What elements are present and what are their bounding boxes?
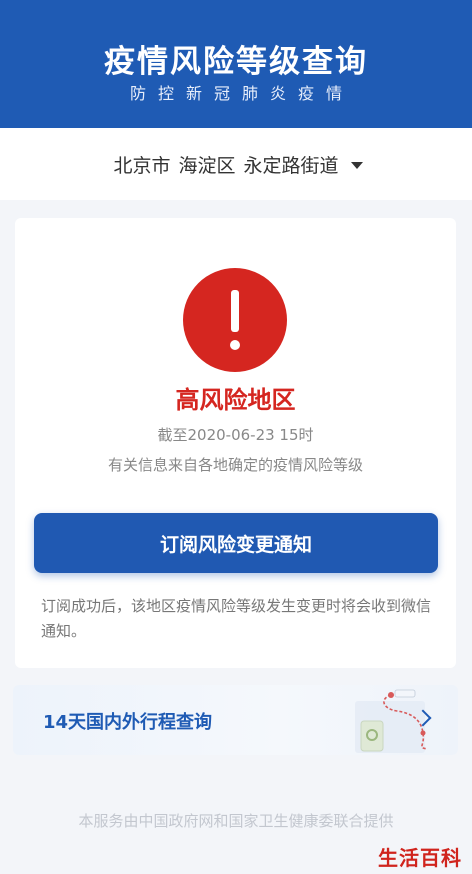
caret-down-icon — [350, 161, 363, 169]
location-city: 北京市 — [113, 154, 171, 177]
risk-card: 高风险地区 截至2020-06-23 15时 有关信息来自各地确定的疫情风险等级… — [15, 218, 456, 668]
page-subtitle: 防控新冠肺炎疫情 — [129, 84, 354, 103]
risk-level-label: 高风险地区 — [175, 386, 296, 414]
watermark-logo: 生活百科 — [378, 846, 462, 870]
location-district: 海淀区 — [178, 154, 236, 177]
subscribe-note: 订阅成功后，该地区疫情风险等级发生变更时将会收到微信通知。 — [41, 597, 432, 640]
location-selector[interactable]: 北京市 海淀区 永定路街道 — [0, 128, 472, 200]
app-header: 疫情风险等级查询 防控新冠肺炎疫情 — [0, 0, 472, 128]
page-title: 疫情风险等级查询 — [104, 44, 368, 80]
footer-credit: 本服务由中国政府网和国家卫生健康委联合提供 — [78, 812, 394, 830]
trip-query-button[interactable]: 14天国内外行程查询 — [13, 685, 458, 755]
subscribe-button[interactable]: 订阅风险变更通知 — [34, 513, 438, 573]
alert-icon — [183, 268, 287, 372]
trip-query-label: 14天国内外行程查询 — [43, 712, 213, 733]
risk-as-of: 截至2020-06-23 15时 — [157, 426, 314, 444]
location-street: 永定路街道 — [243, 154, 339, 177]
risk-source-note: 有关信息来自各地确定的疫情风险等级 — [107, 456, 363, 474]
